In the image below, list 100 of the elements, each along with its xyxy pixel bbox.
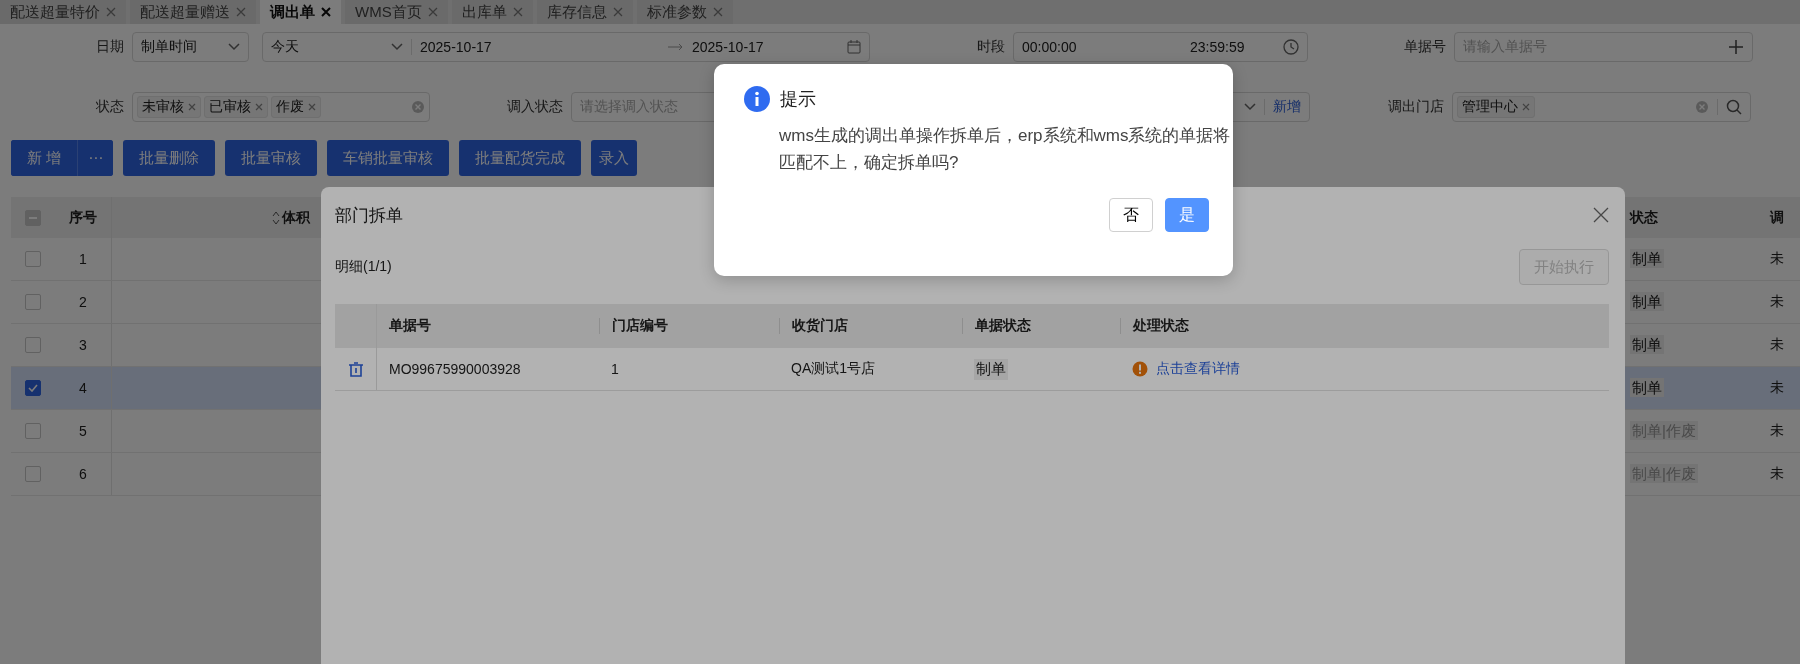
column-header: 处理状态 [1133,317,1189,335]
table-cell: 1 [611,361,619,377]
table-cell: QA测试1号店 [791,360,875,378]
plus-icon[interactable] [1728,39,1744,55]
column-header: 状态 [1630,208,1658,225]
sort-icon[interactable] [272,210,280,225]
clock-icon[interactable] [1283,39,1299,55]
toolbar-button[interactable]: 车销批量审核 [327,140,450,176]
field-label: 状态 [95,98,125,116]
column-header: 调 [1770,208,1784,225]
start-time: 00:00:00 [1022,39,1078,55]
preset-value: 今天 [271,38,300,56]
tab[interactable]: 调出单 [260,0,341,24]
table-cell: 1 [79,251,87,267]
status-select[interactable]: 未审核 已审核 作废 [132,92,430,122]
toolbar-button[interactable]: 批量配货完成 [459,140,582,176]
table-cell: 4 [79,380,87,396]
cancel-button[interactable]: 否 [1109,198,1153,232]
select-all-checkbox[interactable] [25,209,41,226]
remove-icon[interactable] [1522,103,1530,111]
status-tag: 制单 [1630,248,1664,268]
arrow-icon [668,43,684,51]
column-header: 收货门店 [792,317,848,335]
toolbar-button[interactable]: 录入 [591,140,638,176]
search-icon[interactable] [1726,99,1742,115]
add-link[interactable]: 新增 [1273,98,1301,116]
tag-label: 管理中心 [1462,98,1518,116]
remove-icon[interactable] [255,103,263,111]
row-checkbox[interactable] [25,294,41,310]
end-time: 23:59:59 [1190,39,1245,55]
clear-icon[interactable] [1695,100,1709,114]
tab[interactable]: 出库单 [451,0,533,24]
close-icon[interactable] [236,7,246,17]
end-date: 2025-10-17 [692,39,764,55]
confirm-button[interactable]: 是 [1165,198,1209,232]
tab[interactable]: WMS首页 [345,0,448,24]
time-range-field[interactable]: 00:00:00 23:59:59 [1013,32,1308,62]
row-checkbox[interactable] [25,380,41,396]
close-icon[interactable] [512,7,523,17]
dialog-title: 提示 [780,88,816,111]
status-tag: 制单 [1630,334,1664,354]
field-label: 调入状态 [506,98,564,116]
chevron-down-icon [391,43,403,51]
column-header: 门店编号 [612,317,668,335]
row-checkbox[interactable] [25,337,41,353]
table-cell: 未 [1770,465,1784,481]
status-tag: 制单 [974,358,1008,380]
table-cell: 3 [79,337,87,353]
tag-label: 作废 [276,98,304,116]
tab[interactable]: 库存信息 [536,0,633,24]
close-icon[interactable] [427,7,438,17]
tab[interactable]: 配送超量赠送 [130,0,256,24]
status-tag: 制单 [1630,377,1664,397]
toolbar-button[interactable]: 批量删除 [123,140,216,176]
remove-icon[interactable] [188,103,196,111]
warning-icon [1132,361,1148,377]
table-cell: 未 [1770,422,1784,438]
info-icon [744,86,770,112]
remove-icon[interactable] [308,103,316,111]
table-cell: 未 [1770,379,1784,395]
status-tag: 制单 [1630,291,1664,311]
table-cell: 5 [79,423,87,439]
table-cell: 6 [79,466,87,482]
field-label: 时段 [976,38,1006,56]
date-type-select[interactable]: 制单时间 [132,32,249,62]
column-header: 单据状态 [975,317,1031,335]
details-link[interactable]: 点击查看详情 [1156,360,1240,378]
column-header: 序号 [69,208,97,227]
toolbar-button[interactable]: 批量审核 [225,140,318,176]
detail-label: 明细(1/1) [335,258,392,276]
chevron-down-icon [228,43,240,51]
field-label: 单据号 [1403,38,1447,56]
modal-title: 部门拆单 [335,204,403,227]
more-button[interactable]: ⋯ [77,140,114,176]
row-checkbox[interactable] [25,251,41,267]
clear-icon[interactable] [411,100,425,114]
out-store-select[interactable]: 管理中心 [1452,92,1751,122]
calendar-icon[interactable] [847,40,861,54]
table-cell: 2 [79,294,87,310]
chevron-down-icon [1244,103,1256,111]
close-icon[interactable] [612,7,623,17]
table-cell: 未 [1770,250,1784,266]
close-icon[interactable] [321,7,331,17]
field-label: 日期 [95,38,125,56]
table-cell: 未 [1770,293,1784,309]
dialog-message: wms生成的调出单操作拆单后，erp系统和wms系统的单据将匹配不上，确定拆单吗? [779,125,1231,174]
tag-label: 已审核 [209,98,251,116]
tab[interactable]: 标准参数 [636,0,733,24]
close-icon[interactable] [106,7,116,17]
start-date: 2025-10-17 [420,39,493,55]
date-range-field[interactable]: 今天 2025-10-17 2025-10-17 [262,32,870,62]
row-checkbox[interactable] [25,466,41,482]
tab[interactable]: 配送超量特价 [0,0,126,24]
table-cell: MO99675990003928 [389,361,521,377]
tag-label: 未审核 [142,98,184,116]
close-icon[interactable] [1593,207,1609,223]
close-icon[interactable] [712,7,723,17]
trash-icon[interactable] [348,361,363,377]
column-header: 体积 [282,208,310,227]
row-checkbox[interactable] [25,423,41,439]
